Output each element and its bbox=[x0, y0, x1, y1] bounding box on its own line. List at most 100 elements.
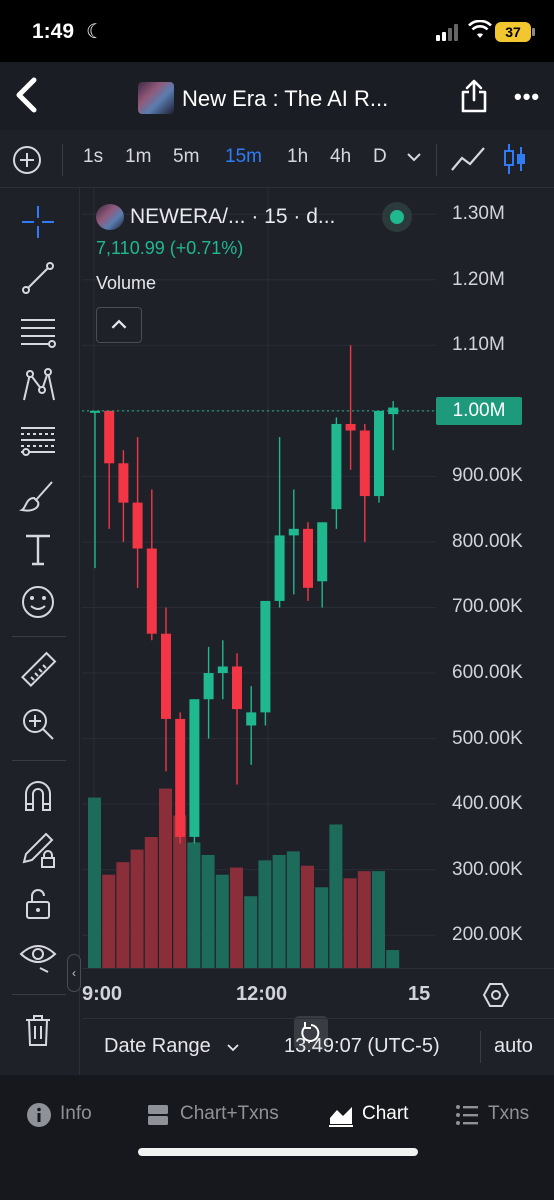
candle-body bbox=[146, 548, 157, 634]
timeframe-15m[interactable]: 15m bbox=[225, 146, 262, 168]
timeframe-4h[interactable]: 4h bbox=[330, 146, 351, 168]
add-indicator-button[interactable] bbox=[12, 145, 42, 175]
fib-retracement-icon[interactable] bbox=[18, 420, 58, 460]
candle-body bbox=[175, 718, 186, 837]
chevron-down-icon[interactable] bbox=[226, 1041, 240, 1055]
horizontal-lines-icon[interactable] bbox=[18, 312, 58, 352]
list-icon bbox=[456, 1105, 478, 1125]
crosshair-icon[interactable] bbox=[18, 202, 58, 242]
candlestick-icon[interactable] bbox=[502, 142, 528, 176]
volume-bar bbox=[144, 837, 158, 968]
home-indicator bbox=[138, 1148, 418, 1156]
volume-bar bbox=[386, 950, 400, 968]
chart-toolbar: 1s 1m 5m 15m 1h 4h D bbox=[0, 130, 554, 188]
x-tick-label: 9:00 bbox=[82, 983, 123, 1005]
volume-bar bbox=[159, 788, 172, 968]
volume-bar bbox=[272, 854, 286, 968]
time-axis[interactable]: 9:00 12:00 15 bbox=[82, 968, 554, 1018]
info-icon bbox=[27, 1103, 51, 1127]
volume-bar bbox=[301, 865, 314, 968]
y-tick-label: 700.00K bbox=[452, 596, 523, 618]
unlock-icon[interactable] bbox=[18, 884, 58, 924]
price-axis[interactable]: 1.00M 1.30M 1.20M 1.10M 900.00K 800.00K 700.0… bbox=[436, 188, 554, 968]
x-tick-label: 15 bbox=[408, 983, 431, 1005]
nav-header: New Era : The AI R... ••• bbox=[0, 62, 554, 130]
candle-body bbox=[217, 666, 228, 674]
chevron-down-icon[interactable] bbox=[405, 148, 423, 166]
tab-label: Txns bbox=[488, 1103, 530, 1124]
wifi-icon bbox=[468, 20, 492, 38]
candle-body bbox=[288, 528, 299, 536]
battery-icon: 37 bbox=[495, 22, 535, 42]
emoji-icon[interactable] bbox=[18, 582, 58, 622]
drawing-toolbar bbox=[0, 188, 80, 1075]
legend-price-change: 7,110.99 (+0.71%) bbox=[96, 238, 244, 258]
volume-bar bbox=[244, 896, 258, 968]
collapse-legend-button[interactable] bbox=[96, 307, 142, 343]
candle-body bbox=[203, 673, 214, 700]
candle-body bbox=[303, 528, 313, 588]
volume-bar bbox=[258, 860, 272, 968]
y-tick-label: 500.00K bbox=[452, 727, 523, 749]
bottom-tab-bar: Info Chart+Txns Chart Txns bbox=[0, 1075, 554, 1200]
text-icon[interactable] bbox=[18, 530, 58, 570]
chart-range-bar: Date Range 13:49:07 (UTC-5) auto bbox=[82, 1018, 554, 1075]
timeframe-5m[interactable]: 5m bbox=[173, 146, 199, 168]
volume-bar bbox=[357, 871, 371, 968]
trend-line-icon[interactable] bbox=[18, 258, 58, 298]
y-tick-label: 1.10M bbox=[452, 334, 505, 356]
chart-panel: 1s 1m 5m 15m 1h 4h D ‹ NEWERA/... · 15 ·… bbox=[0, 130, 554, 1075]
candle-body bbox=[246, 712, 257, 726]
volume-bar bbox=[230, 867, 243, 968]
moon-icon: ☾ bbox=[86, 21, 104, 43]
volume-bar bbox=[201, 854, 215, 968]
eye-icon[interactable] bbox=[18, 936, 58, 976]
y-tick-label: 400.00K bbox=[452, 793, 523, 815]
y-tick-label: 600.00K bbox=[452, 662, 523, 684]
toolbar-divider bbox=[62, 144, 63, 176]
tool-divider bbox=[12, 760, 66, 761]
y-tick-label: 800.00K bbox=[452, 530, 523, 552]
volume-bar bbox=[329, 824, 343, 968]
price-chart[interactable] bbox=[82, 188, 436, 968]
toolbar-divider bbox=[436, 144, 437, 176]
line-chart-icon[interactable] bbox=[450, 144, 486, 174]
volume-bar bbox=[343, 878, 357, 968]
auto-scale-button[interactable]: auto bbox=[494, 1035, 533, 1058]
brush-icon[interactable] bbox=[18, 476, 58, 516]
y-tick-label: 300.00K bbox=[452, 858, 523, 880]
area-chart-icon bbox=[329, 1107, 353, 1127]
trash-icon[interactable] bbox=[18, 1010, 58, 1050]
y-tick-label: 900.00K bbox=[452, 465, 523, 487]
magnet-icon[interactable] bbox=[18, 776, 58, 816]
timeframe-d[interactable]: D bbox=[373, 146, 387, 168]
volume-bar bbox=[130, 849, 144, 968]
date-range-button[interactable]: Date Range bbox=[104, 1035, 211, 1058]
ruler-icon[interactable] bbox=[18, 650, 58, 690]
volume-bar bbox=[215, 874, 229, 968]
candle-body bbox=[317, 522, 328, 582]
pattern-icon[interactable] bbox=[18, 366, 58, 406]
candle-body bbox=[260, 600, 271, 713]
y-tick-label: 1.20M bbox=[452, 268, 505, 290]
timeframe-1s[interactable]: 1s bbox=[83, 146, 103, 168]
chart-settings-icon[interactable] bbox=[482, 981, 510, 1009]
zoom-in-icon[interactable] bbox=[18, 704, 58, 744]
lock-drawing-icon[interactable] bbox=[18, 830, 58, 870]
legend-symbol: NEWERA/... · 15 · d... bbox=[130, 205, 336, 228]
candlestick-chart bbox=[82, 188, 436, 968]
tab-label: Chart+Txns bbox=[180, 1103, 279, 1124]
collapse-toolbar-button[interactable]: ‹ bbox=[67, 954, 81, 992]
share-button[interactable] bbox=[458, 78, 490, 114]
live-status-icon bbox=[382, 202, 412, 232]
more-button[interactable]: ••• bbox=[514, 84, 540, 110]
candle-body bbox=[331, 423, 342, 510]
status-bar: 1:49 ☾ 37 bbox=[0, 0, 554, 62]
back-button[interactable] bbox=[10, 74, 44, 116]
timeframe-1m[interactable]: 1m bbox=[125, 146, 151, 168]
volume-bar bbox=[116, 862, 130, 968]
timeframe-1h[interactable]: 1h bbox=[287, 146, 308, 168]
chart-clock[interactable]: 13:49:07 (UTC-5) bbox=[284, 1035, 440, 1058]
volume-bar bbox=[88, 797, 101, 968]
chart-txns-icon bbox=[148, 1105, 168, 1125]
